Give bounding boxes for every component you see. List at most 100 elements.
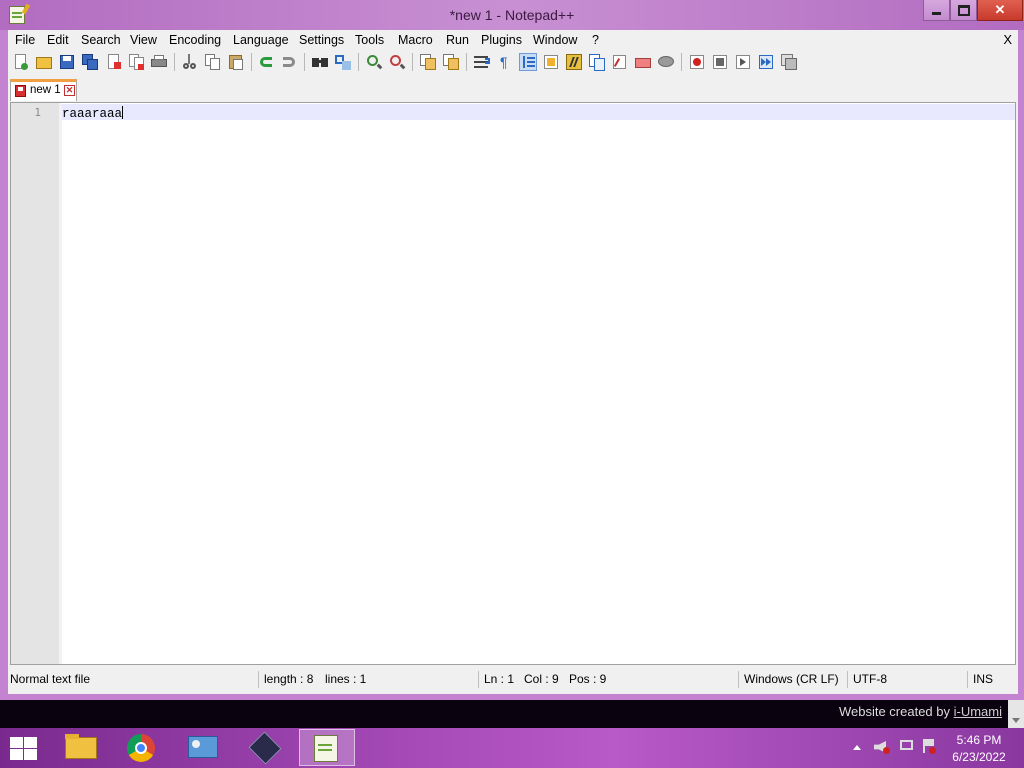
fold-margin[interactable] — [59, 103, 62, 664]
status-eol[interactable]: Windows (CR LF) — [744, 668, 839, 690]
show-hidden-icons-icon[interactable] — [853, 745, 861, 750]
status-length: length : 8 — [264, 672, 314, 686]
title-bar[interactable]: *new 1 - Notepad++ ✕ — [0, 0, 1024, 30]
redo-icon[interactable] — [280, 53, 298, 71]
scroll-down-icon[interactable] — [1012, 718, 1020, 723]
menu-encoding[interactable]: Encoding — [169, 33, 221, 47]
menu-edit[interactable]: Edit — [47, 33, 69, 47]
status-pos: Pos : 9 — [569, 672, 607, 686]
menu-macro[interactable]: Macro — [398, 33, 433, 47]
taskbar-control-panel[interactable] — [176, 729, 232, 766]
toolbar-separator — [358, 53, 359, 71]
menu-tools[interactable]: Tools — [355, 33, 384, 47]
code-line[interactable]: raaaraaa — [62, 106, 124, 121]
undo-icon[interactable] — [257, 53, 275, 71]
tail-icon[interactable] — [657, 53, 675, 71]
status-divider — [847, 671, 848, 688]
close-document-button[interactable]: X — [1003, 32, 1012, 47]
scrollbar[interactable] — [1008, 700, 1024, 728]
status-encoding[interactable]: UTF-8 — [853, 668, 887, 690]
cut-icon[interactable] — [180, 53, 198, 71]
credit-link[interactable]: i-Umami — [954, 704, 1002, 719]
sync-horizontal-icon[interactable] — [442, 53, 460, 71]
clock-time[interactable]: 5:46 PM — [944, 733, 1014, 747]
open-file-icon[interactable] — [35, 53, 53, 71]
volume-muted-badge — [883, 747, 890, 754]
minimize-button[interactable] — [923, 0, 950, 21]
taskbar: 5:46 PM 6/23/2022 — [0, 728, 1024, 768]
windows-logo-icon — [10, 737, 23, 748]
close-window-button[interactable]: ✕ — [977, 0, 1023, 21]
tab-new-1[interactable]: new 1 ✕ — [10, 79, 77, 101]
maximize-button[interactable] — [950, 0, 977, 21]
close-all-icon[interactable] — [128, 53, 146, 71]
print-icon[interactable] — [150, 53, 168, 71]
nexus-icon — [248, 731, 282, 765]
clock-date[interactable]: 6/23/2022 — [944, 750, 1014, 764]
new-file-icon[interactable] — [12, 53, 30, 71]
toolbar: ¶ — [8, 50, 1018, 74]
copy-icon[interactable] — [204, 53, 222, 71]
toolbar-separator — [412, 53, 413, 71]
windows-logo-pane — [10, 749, 23, 760]
sync-vertical-icon[interactable] — [419, 53, 437, 71]
minimize-icon — [932, 12, 941, 15]
unsaved-file-icon — [15, 85, 26, 97]
find-icon[interactable] — [311, 53, 329, 71]
tab-label: new 1 — [30, 84, 61, 96]
save-macro-icon[interactable] — [780, 53, 798, 71]
function-list-icon[interactable] — [588, 53, 606, 71]
taskbar-chrome[interactable] — [114, 729, 170, 766]
paste-icon[interactable] — [227, 53, 245, 71]
status-divider — [258, 671, 259, 688]
document-map-icon[interactable] — [565, 53, 583, 71]
menu-plugins[interactable]: Plugins — [481, 33, 522, 47]
show-all-characters-icon[interactable]: ¶ — [496, 53, 514, 71]
toolbar-separator — [466, 53, 467, 71]
menu-view[interactable]: View — [130, 33, 157, 47]
start-button[interactable] — [8, 736, 38, 760]
close-icon[interactable] — [105, 53, 123, 71]
website-credit: Website created by i-Umami — [839, 704, 1002, 719]
save-all-icon[interactable] — [81, 53, 99, 71]
text-editor[interactable]: 1 raaaraaa — [10, 102, 1016, 665]
user-defined-language-icon[interactable] — [542, 53, 560, 71]
toolbar-separator — [304, 53, 305, 71]
zoom-in-icon[interactable] — [365, 53, 383, 71]
save-icon[interactable] — [58, 53, 76, 71]
run-macro-multiple-icon[interactable] — [757, 53, 775, 71]
action-center-badge — [929, 747, 936, 754]
taskbar-file-explorer[interactable] — [53, 729, 109, 766]
menu-window[interactable]: Window — [533, 33, 577, 47]
menu-search[interactable]: Search — [81, 33, 121, 47]
network-icon[interactable] — [900, 740, 913, 750]
menu-language[interactable]: Language — [233, 33, 289, 47]
status-divider — [478, 671, 479, 688]
line-number-gutter: 1 — [11, 103, 59, 664]
tab-close-icon[interactable]: ✕ — [64, 85, 75, 96]
word-wrap-icon[interactable] — [473, 53, 491, 71]
menu-run[interactable]: Run — [446, 33, 469, 47]
notepad-client-area: File Edit Search View Encoding Language … — [8, 30, 1018, 694]
windows-logo-pane — [24, 737, 37, 748]
status-lines: lines : 1 — [325, 672, 367, 686]
control-panel-gauge — [192, 740, 200, 748]
menu-settings[interactable]: Settings — [299, 33, 344, 47]
monitoring-icon[interactable] — [634, 53, 652, 71]
maximize-icon — [957, 4, 970, 16]
play-macro-icon[interactable] — [734, 53, 752, 71]
toolbar-separator — [174, 53, 175, 71]
zoom-out-icon[interactable] — [388, 53, 406, 71]
folder-as-workspace-icon[interactable] — [611, 53, 629, 71]
replace-icon[interactable] — [334, 53, 352, 71]
indent-guide-icon[interactable] — [519, 53, 537, 71]
taskbar-notepad-plus-plus[interactable] — [299, 729, 355, 766]
menu-file[interactable]: File — [15, 33, 35, 47]
line-number: 1 — [34, 106, 41, 119]
taskbar-nexus[interactable] — [238, 729, 294, 766]
status-ln: Ln : 1 — [484, 672, 515, 686]
status-insert-mode[interactable]: INS — [973, 668, 993, 690]
stop-recording-icon[interactable] — [711, 53, 729, 71]
record-macro-icon[interactable] — [688, 53, 706, 71]
menu-help[interactable]: ? — [592, 33, 599, 47]
